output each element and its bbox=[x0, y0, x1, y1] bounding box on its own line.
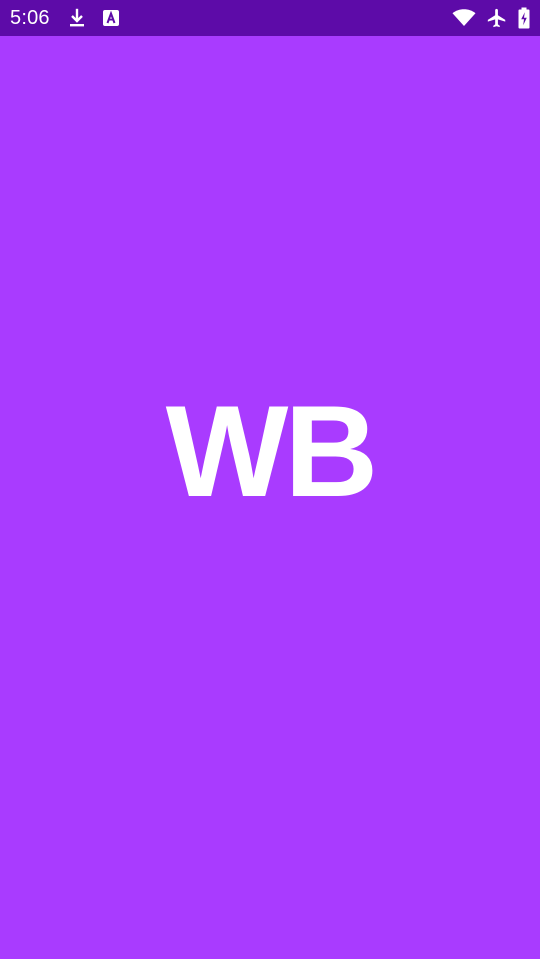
status-bar: 5:06 bbox=[0, 0, 540, 36]
battery-charging-icon bbox=[518, 7, 530, 29]
wifi-icon bbox=[452, 9, 476, 27]
app-a-icon bbox=[102, 9, 120, 27]
download-icon bbox=[68, 8, 86, 28]
airplane-icon bbox=[486, 7, 508, 29]
status-left: 5:06 bbox=[10, 7, 120, 30]
status-right bbox=[452, 7, 530, 29]
wb-logo: WB bbox=[165, 378, 379, 524]
status-time: 5:06 bbox=[10, 6, 50, 29]
